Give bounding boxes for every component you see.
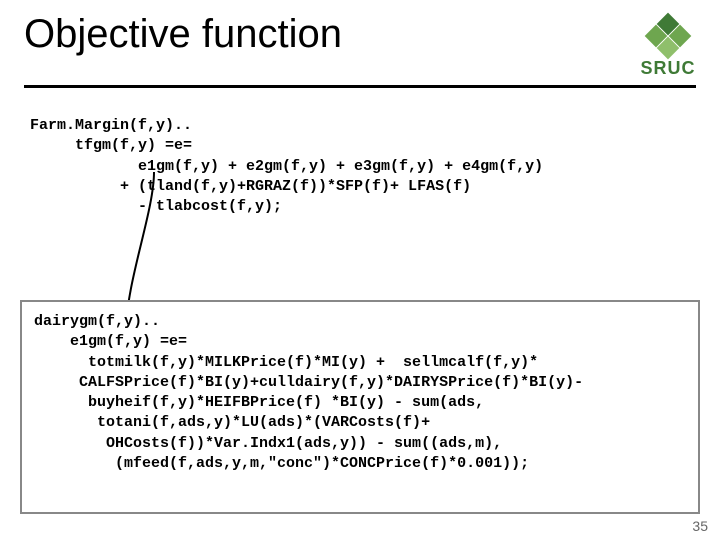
slide: Objective function SRUC Farm.Margin(f,y)… [0,0,720,540]
logo-text: SRUC [640,58,695,79]
slide-title: Objective function [24,12,342,57]
header: Objective function SRUC [0,0,720,79]
code-block-panel: dairygm(f,y).. e1gm(f,y) =e= totmilk(f,y… [20,300,700,514]
code-text: Farm.Margin(f,y).. tfgm(f,y) =e= e1gm(f,… [30,117,543,215]
logo-diamond-icon [640,16,696,56]
code-text: dairygm(f,y).. e1gm(f,y) =e= totmilk(f,y… [34,313,583,472]
sruc-logo: SRUC [640,16,696,79]
code-block-dairygm: dairygm(f,y).. e1gm(f,y) =e= totmilk(f,y… [34,312,686,540]
page-number: 35 [692,518,708,534]
